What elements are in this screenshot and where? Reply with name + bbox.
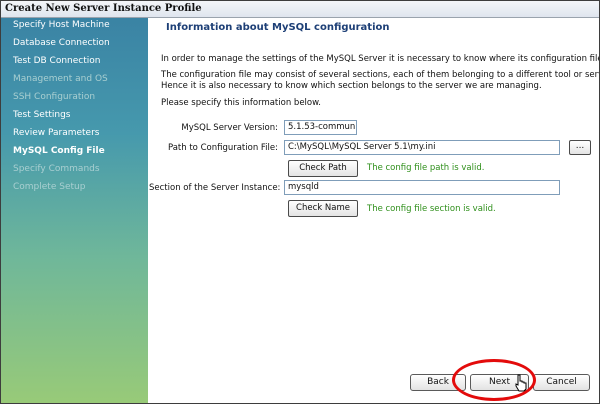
sidebar-step-ssh-configuration: SSH Configuration: [13, 92, 96, 102]
section-input[interactable]: mysqld: [284, 180, 560, 195]
sidebar-step-review-parameters: Review Parameters: [13, 128, 100, 138]
check-path-button[interactable]: Check Path: [288, 160, 358, 177]
mysql-version-label: MySQL Server Version:: [181, 123, 278, 133]
back-button[interactable]: Back: [410, 374, 466, 391]
intro-text: In order to manage the settings of the M…: [161, 54, 600, 64]
path-status-text: The config file path is valid.: [367, 163, 485, 173]
sidebar-step-specify-host-machine: Specify Host Machine: [13, 20, 110, 30]
cancel-button[interactable]: Cancel: [533, 374, 590, 391]
instruction-text: Please specify this information below.: [161, 98, 321, 108]
config-path-label: Path to Configuration File:: [167, 143, 278, 153]
check-name-button[interactable]: Check Name: [288, 200, 358, 217]
content-panel: Information about MySQL configuration In…: [149, 18, 599, 403]
title-bar[interactable]: Create New Server Instance Profile: [1, 1, 599, 18]
sidebar-step-complete-setup: Complete Setup: [13, 182, 86, 192]
sidebar-step-mysql-config-file: MySQL Config File: [13, 146, 105, 156]
explain-text-line-1: The configuration file may consist of se…: [161, 70, 599, 80]
sidebar-step-test-settings: Test Settings: [13, 110, 71, 120]
wizard-steps-sidebar: Specify Host Machine Database Connection…: [1, 18, 148, 403]
config-path-input[interactable]: C:\MySQL\MySQL Server 5.1\my.ini: [284, 140, 560, 155]
section-status-text: The config file section is valid.: [367, 204, 496, 214]
window-title: Create New Server Instance Profile: [5, 3, 202, 14]
page-title: Information about MySQL configuration: [166, 22, 390, 33]
section-label: Section of the Server Instance:: [149, 183, 281, 193]
sidebar-step-test-db-connection: Test DB Connection: [13, 56, 101, 66]
sidebar-step-database-connection: Database Connection: [13, 38, 110, 48]
mysql-version-field[interactable]: 5.1.53-community: [284, 120, 357, 135]
next-button[interactable]: Next: [470, 374, 529, 391]
dialog-window: Create New Server Instance Profile Speci…: [0, 0, 600, 404]
explain-text-line-2: Hence it is also necessary to know which…: [161, 81, 542, 91]
browse-button[interactable]: ...: [569, 140, 591, 155]
sidebar-step-management-and-os: Management and OS: [13, 74, 108, 84]
sidebar-step-specify-commands: Specify Commands: [13, 164, 100, 174]
